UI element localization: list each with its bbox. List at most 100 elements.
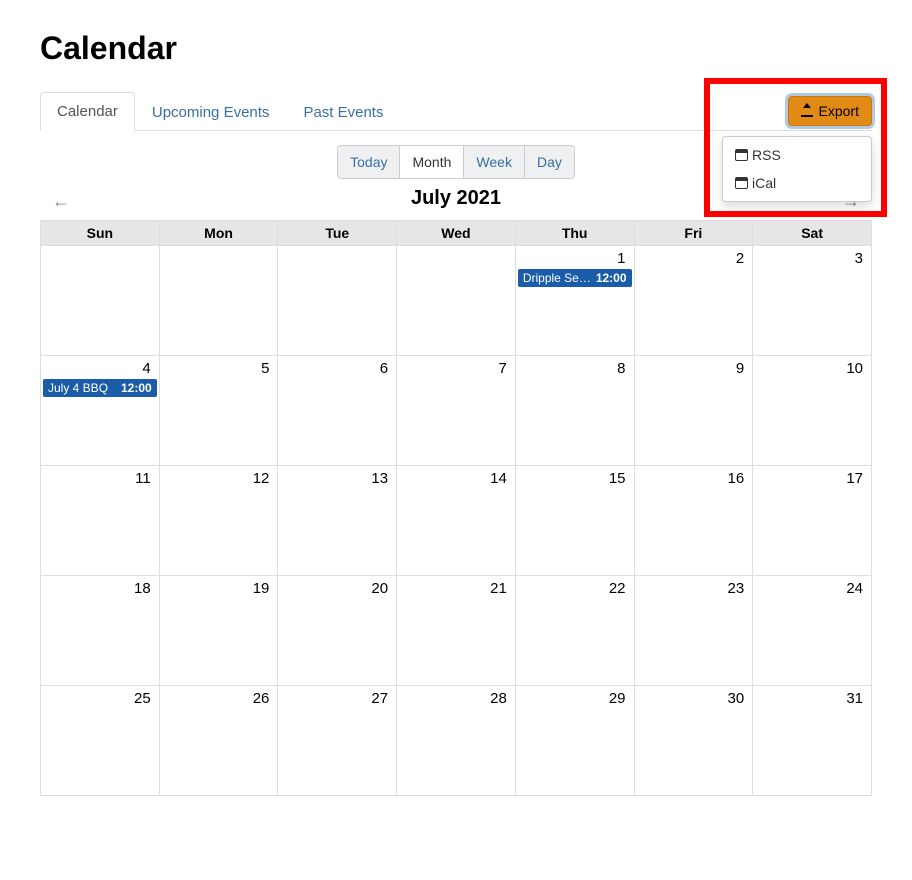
day-number: 22 xyxy=(516,576,634,597)
day-cell[interactable]: 23 xyxy=(634,576,753,686)
prev-month-arrow[interactable]: ← xyxy=(46,189,76,214)
day-cell[interactable]: 1 Dripple Se… 12:00 xyxy=(515,246,634,356)
day-cell[interactable] xyxy=(159,246,278,356)
day-number: 10 xyxy=(753,356,871,377)
tab-upcoming-events[interactable]: Upcoming Events xyxy=(135,93,287,131)
export-dropdown: RSS iCal xyxy=(722,136,872,202)
day-number: 9 xyxy=(635,356,753,377)
day-cell[interactable]: 7 xyxy=(397,356,516,466)
day-cell[interactable]: 17 xyxy=(753,466,872,576)
calendar-event[interactable]: July 4 BBQ12:00 xyxy=(43,379,157,397)
day-number xyxy=(41,246,159,250)
day-cell[interactable]: 29 xyxy=(515,686,634,796)
day-cell[interactable]: 15 xyxy=(515,466,634,576)
day-cell[interactable]: 2 xyxy=(634,246,753,356)
export-container: Export RSS iCal xyxy=(788,100,872,130)
day-cell[interactable]: 20 xyxy=(278,576,397,686)
day-number: 5 xyxy=(160,356,278,377)
day-cell[interactable]: 11 xyxy=(41,466,160,576)
day-cell[interactable]: 5 xyxy=(159,356,278,466)
day-number: 1 xyxy=(516,246,634,267)
day-number: 28 xyxy=(397,686,515,707)
day-cell[interactable] xyxy=(397,246,516,356)
day-cell[interactable]: 31 xyxy=(753,686,872,796)
day-cell[interactable]: 9 xyxy=(634,356,753,466)
event-time: 12:00 xyxy=(596,271,627,285)
day-number: 31 xyxy=(753,686,871,707)
calendar-event[interactable]: Dripple Se… 12:00 xyxy=(518,269,632,287)
event-title: Dripple Se… xyxy=(523,271,592,285)
day-header: Tue xyxy=(278,221,397,246)
day-cell[interactable]: 3 xyxy=(753,246,872,356)
view-button-group: Today Month Week Day xyxy=(337,145,575,179)
day-cell[interactable]: 10 xyxy=(753,356,872,466)
export-item-label: RSS xyxy=(752,147,781,163)
day-cell[interactable]: 27 xyxy=(278,686,397,796)
day-number: 7 xyxy=(397,356,515,377)
day-number xyxy=(278,246,396,250)
export-item-label: iCal xyxy=(752,175,776,191)
month-title: July 2021 xyxy=(411,187,501,210)
day-number: 3 xyxy=(753,246,871,267)
today-button[interactable]: Today xyxy=(337,145,400,179)
day-number: 6 xyxy=(278,356,396,377)
day-cell[interactable]: 16 xyxy=(634,466,753,576)
day-number: 15 xyxy=(516,466,634,487)
day-number: 11 xyxy=(41,466,159,487)
export-button[interactable]: Export xyxy=(788,96,872,126)
day-number xyxy=(397,246,515,250)
day-header: Thu xyxy=(515,221,634,246)
day-number: 29 xyxy=(516,686,634,707)
month-button[interactable]: Month xyxy=(399,145,464,179)
calendar-icon xyxy=(735,149,748,161)
day-number: 20 xyxy=(278,576,396,597)
day-number: 24 xyxy=(753,576,871,597)
day-number: 14 xyxy=(397,466,515,487)
day-header: Mon xyxy=(159,221,278,246)
day-number: 21 xyxy=(397,576,515,597)
day-cell[interactable] xyxy=(41,246,160,356)
day-number: 26 xyxy=(160,686,278,707)
day-cell[interactable]: 13 xyxy=(278,466,397,576)
day-cell[interactable]: 4July 4 BBQ12:00 xyxy=(41,356,160,466)
day-number: 25 xyxy=(41,686,159,707)
day-header: Sat xyxy=(753,221,872,246)
export-button-label: Export xyxy=(819,103,859,119)
day-cell[interactable]: 19 xyxy=(159,576,278,686)
day-number: 27 xyxy=(278,686,396,707)
event-time: 12:00 xyxy=(121,381,152,395)
day-cell[interactable]: 12 xyxy=(159,466,278,576)
day-cell[interactable] xyxy=(278,246,397,356)
day-number: 16 xyxy=(635,466,753,487)
day-number: 17 xyxy=(753,466,871,487)
day-number: 13 xyxy=(278,466,396,487)
day-cell[interactable]: 28 xyxy=(397,686,516,796)
day-number xyxy=(160,246,278,250)
day-cell[interactable]: 6 xyxy=(278,356,397,466)
day-button[interactable]: Day xyxy=(524,145,575,179)
day-header: Sun xyxy=(41,221,160,246)
day-number: 30 xyxy=(635,686,753,707)
export-item-ical[interactable]: iCal xyxy=(723,169,871,197)
day-cell[interactable]: 22 xyxy=(515,576,634,686)
day-number: 19 xyxy=(160,576,278,597)
week-button[interactable]: Week xyxy=(463,145,525,179)
export-item-rss[interactable]: RSS xyxy=(723,141,871,169)
export-icon xyxy=(801,105,813,117)
day-cell[interactable]: 18 xyxy=(41,576,160,686)
day-cell[interactable]: 25 xyxy=(41,686,160,796)
day-number: 8 xyxy=(516,356,634,377)
tab-calendar[interactable]: Calendar xyxy=(40,92,135,131)
day-cell[interactable]: 26 xyxy=(159,686,278,796)
day-cell[interactable]: 30 xyxy=(634,686,753,796)
calendar-grid: SunMonTueWedThuFriSat 1Dripple Se…12:002… xyxy=(40,220,872,796)
day-cell[interactable]: 14 xyxy=(397,466,516,576)
day-cell[interactable]: 8 xyxy=(515,356,634,466)
day-number: 18 xyxy=(41,576,159,597)
page-title: Calendar xyxy=(40,30,872,67)
tab-bar: Calendar Upcoming Events Past Events Exp… xyxy=(40,91,872,131)
day-cell[interactable]: 24 xyxy=(753,576,872,686)
day-cell[interactable]: 21 xyxy=(397,576,516,686)
day-number: 12 xyxy=(160,466,278,487)
tab-past-events[interactable]: Past Events xyxy=(286,93,400,131)
